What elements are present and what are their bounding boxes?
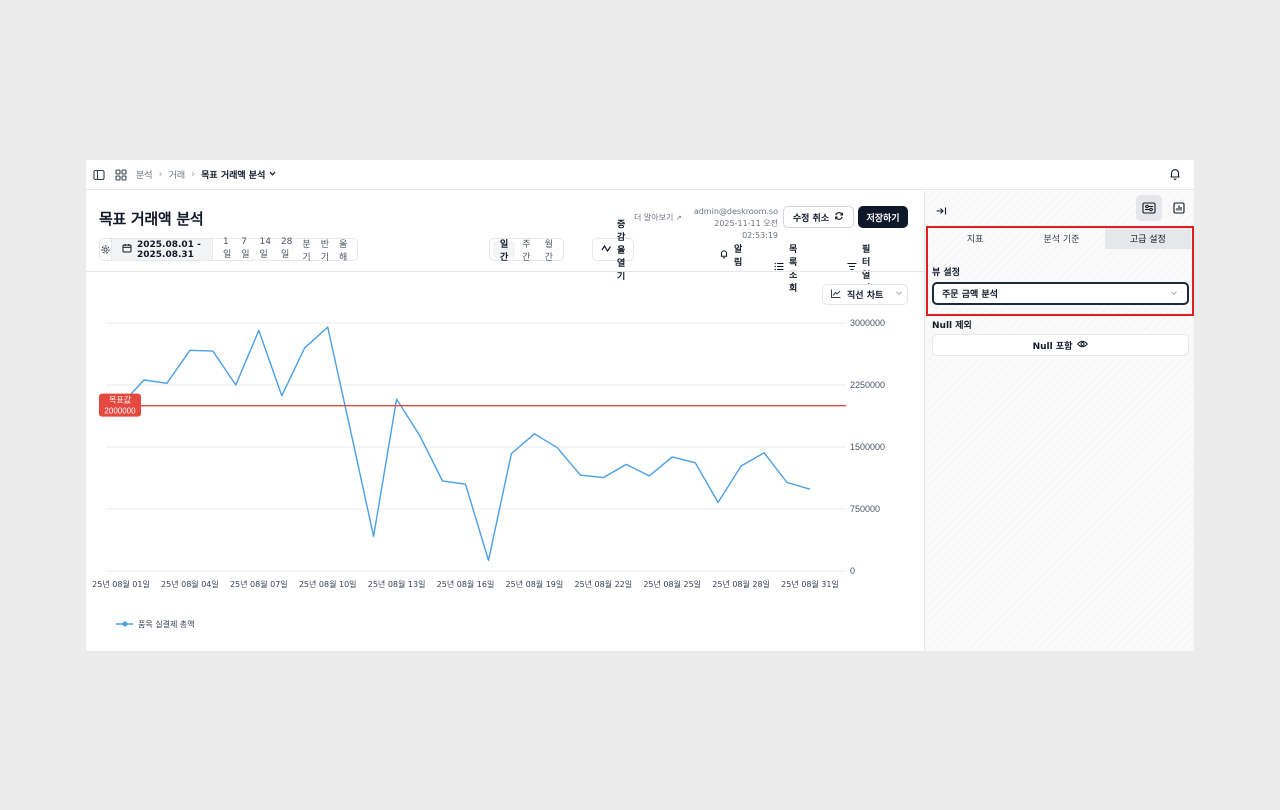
x-tick-label: 25년 08월 04일: [161, 579, 219, 589]
chevron-down-icon[interactable]: [268, 169, 277, 181]
legend-marker: [122, 621, 128, 627]
x-tick-label: 25년 08월 31일: [781, 579, 839, 589]
y-tick-label: 1500000: [850, 442, 885, 452]
apps-grid-icon[interactable]: [114, 168, 128, 182]
top-bar: 분석 › 거래 › 목표 거래액 분석: [86, 160, 1194, 190]
x-tick-label: 25년 08월 01일: [92, 579, 150, 589]
null-exclude-label: Null 제외: [932, 321, 972, 331]
target-value: 2000000: [104, 407, 136, 416]
tab-metrics[interactable]: 지표: [932, 228, 1018, 249]
line-chart: 0 750000 1500000 2250000 3000000 25년 08월 01일 2…: [92, 318, 885, 629]
view-select-value: 주문 금액 분석: [942, 290, 998, 300]
view-select[interactable]: 주문 금액 분석: [932, 282, 1189, 305]
collapse-panel-icon[interactable]: [935, 202, 949, 216]
y-tick-label: 3000000: [850, 318, 885, 328]
x-tick-label: 25년 08월 19일: [506, 579, 564, 589]
eye-icon: [1077, 340, 1089, 351]
tab-advanced-settings[interactable]: 고급 설정: [1104, 228, 1191, 249]
y-tick-label: 0: [850, 566, 855, 576]
chevron-right-icon: ›: [191, 169, 196, 180]
series-line: [120, 326, 811, 561]
target-label: 목표값: [109, 395, 132, 405]
settings-sliders-icon[interactable]: [1136, 195, 1162, 221]
settings-panel: 지표 분석 기준 고급 설정 뷰 설정 주문 금액 분석 Null 제외 Nul…: [924, 191, 1194, 651]
x-tick-label: 25년 08월 22일: [574, 579, 632, 589]
x-tick-label: 25년 08월 16일: [437, 579, 495, 589]
sidebar-toggle-icon[interactable]: [92, 168, 106, 182]
x-tick-label: 25년 08월 13일: [368, 579, 426, 589]
breadcrumb-analysis[interactable]: 분석: [136, 168, 153, 181]
null-include-label: Null 포함: [1032, 341, 1073, 352]
x-tick-label: 25년 08월 25일: [643, 579, 701, 589]
null-include-button[interactable]: Null 포함: [932, 334, 1189, 356]
y-tick-label: 2250000: [850, 380, 885, 390]
chevron-down-icon: [1170, 289, 1178, 300]
x-tick-label: 25년 08월 28일: [712, 579, 770, 589]
notification-bell-icon[interactable]: [1168, 167, 1182, 181]
legend-label: 품목 실결제 총액: [138, 619, 195, 629]
y-tick-label: 750000: [850, 504, 880, 514]
panel-tabs: 지표 분석 기준 고급 설정: [932, 228, 1191, 249]
tab-analysis-basis[interactable]: 분석 기준: [1018, 228, 1104, 249]
main-content: 목표 거래액 분석 더 알아보기 ↗ admin@deskroom.so 202…: [86, 191, 924, 651]
app-window: 분석 › 거래 › 목표 거래액 분석 목표 거래액 분석 더 알아보기 ↗ a…: [86, 160, 1194, 651]
x-tick-label: 25년 08월 10일: [299, 579, 357, 589]
breadcrumb-current[interactable]: 목표 거래액 분석: [201, 168, 265, 181]
chevron-right-icon: ›: [158, 169, 163, 180]
bar-chart-icon[interactable]: [1166, 195, 1192, 221]
breadcrumb-transaction[interactable]: 거래: [169, 168, 186, 181]
x-tick-label: 25년 08월 07일: [230, 579, 288, 589]
view-setting-label: 뷰 설정: [932, 268, 960, 278]
